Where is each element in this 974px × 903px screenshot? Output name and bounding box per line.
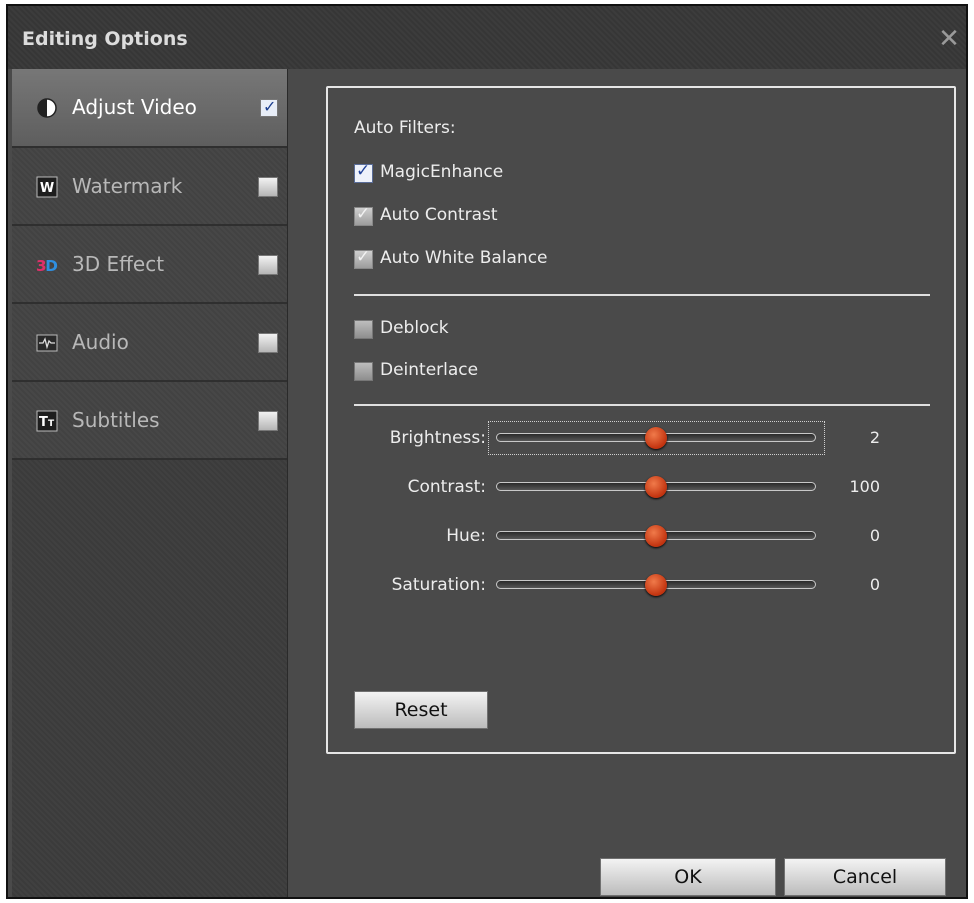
cancel-button[interactable]: Cancel <box>784 858 946 896</box>
3d-icon: 3D <box>36 254 58 276</box>
contrast-circle-icon <box>36 97 58 119</box>
close-icon[interactable]: ✕ <box>936 26 962 52</box>
contrast-slider-thumb[interactable] <box>645 476 667 498</box>
sidebar-item-3d-effect[interactable]: 3D 3D Effect <box>12 226 287 304</box>
audio-waveform-icon <box>36 332 58 354</box>
auto-contrast-label: Auto Contrast <box>380 205 498 225</box>
deblock-label: Deblock <box>380 318 449 338</box>
checkmark-icon: ✓ <box>356 161 371 181</box>
auto-filters-heading: Auto Filters: <box>354 118 456 138</box>
brightness-label: Brightness: <box>389 428 486 448</box>
sidebar-item-label: Adjust Video <box>72 95 197 119</box>
title-bar: Editing Options ✕ <box>8 6 966 69</box>
sidebar-item-label: Subtitles <box>72 408 160 432</box>
auto-white-balance-label: Auto White Balance <box>380 248 548 268</box>
deinterlace-label: Deinterlace <box>380 360 479 380</box>
magicenhance-checkbox[interactable]: ✓ <box>354 161 373 183</box>
deblock-checkbox[interactable] <box>354 320 373 339</box>
separator <box>354 404 930 406</box>
separator <box>354 294 930 296</box>
svg-text:W: W <box>40 181 54 196</box>
auto-white-balance-checkbox: ✓ <box>354 247 373 269</box>
brightness-value: 2 <box>869 428 880 447</box>
dialog-title: Editing Options <box>22 28 188 50</box>
svg-text:T: T <box>39 415 48 430</box>
contrast-slider[interactable] <box>496 476 816 498</box>
sidebar-item-label: Audio <box>72 330 129 354</box>
watermark-checkbox[interactable] <box>258 177 278 197</box>
editing-options-dialog: Editing Options ✕ Adjust Video ✓ W Water… <box>6 4 968 899</box>
checkmark-icon: ✓ <box>356 204 371 224</box>
adjust-video-checkbox[interactable]: ✓ <box>260 97 278 117</box>
deinterlace-checkbox[interactable] <box>354 362 373 381</box>
audio-checkbox[interactable] <box>258 333 278 353</box>
sidebar-item-watermark[interactable]: W Watermark <box>12 148 287 226</box>
brightness-slider-thumb[interactable] <box>645 427 667 449</box>
auto-contrast-checkbox: ✓ <box>354 204 373 226</box>
saturation-slider-thumb[interactable] <box>645 574 667 596</box>
adjust-video-panel: Auto Filters: ✓ MagicEnhance ✓ Auto Cont… <box>326 86 956 754</box>
sidebar-item-audio[interactable]: Audio <box>12 304 287 382</box>
saturation-value: 0 <box>869 575 880 594</box>
magicenhance-label: MagicEnhance <box>380 162 504 182</box>
watermark-w-icon: W <box>36 176 58 198</box>
svg-text:D: D <box>45 257 58 275</box>
sidebar-item-label: 3D Effect <box>72 252 165 276</box>
contrast-value: 100 <box>849 477 880 496</box>
hue-slider[interactable] <box>496 525 816 547</box>
sidebar-item-subtitles[interactable]: TT Subtitles <box>12 382 287 460</box>
subtitles-checkbox[interactable] <box>258 411 278 431</box>
reset-button[interactable]: Reset <box>354 691 488 729</box>
subtitles-tt-icon: TT <box>36 410 58 432</box>
svg-text:T: T <box>48 419 55 429</box>
contrast-label: Contrast: <box>407 477 486 497</box>
sidebar-item-adjust-video[interactable]: Adjust Video ✓ <box>12 69 287 148</box>
hue-value: 0 <box>869 526 880 545</box>
sidebar-item-label: Watermark <box>72 174 183 198</box>
sidebar: Adjust Video ✓ W Watermark 3D 3D Effect … <box>12 69 288 897</box>
hue-label: Hue: <box>446 526 486 546</box>
ok-button[interactable]: OK <box>600 858 776 896</box>
hue-slider-thumb[interactable] <box>645 525 667 547</box>
saturation-slider[interactable] <box>496 574 816 596</box>
checkmark-icon: ✓ <box>356 247 371 267</box>
saturation-label: Saturation: <box>391 575 486 595</box>
brightness-slider[interactable] <box>496 427 816 449</box>
3d-effect-checkbox[interactable] <box>258 255 278 275</box>
checkmark-icon: ✓ <box>263 97 277 116</box>
